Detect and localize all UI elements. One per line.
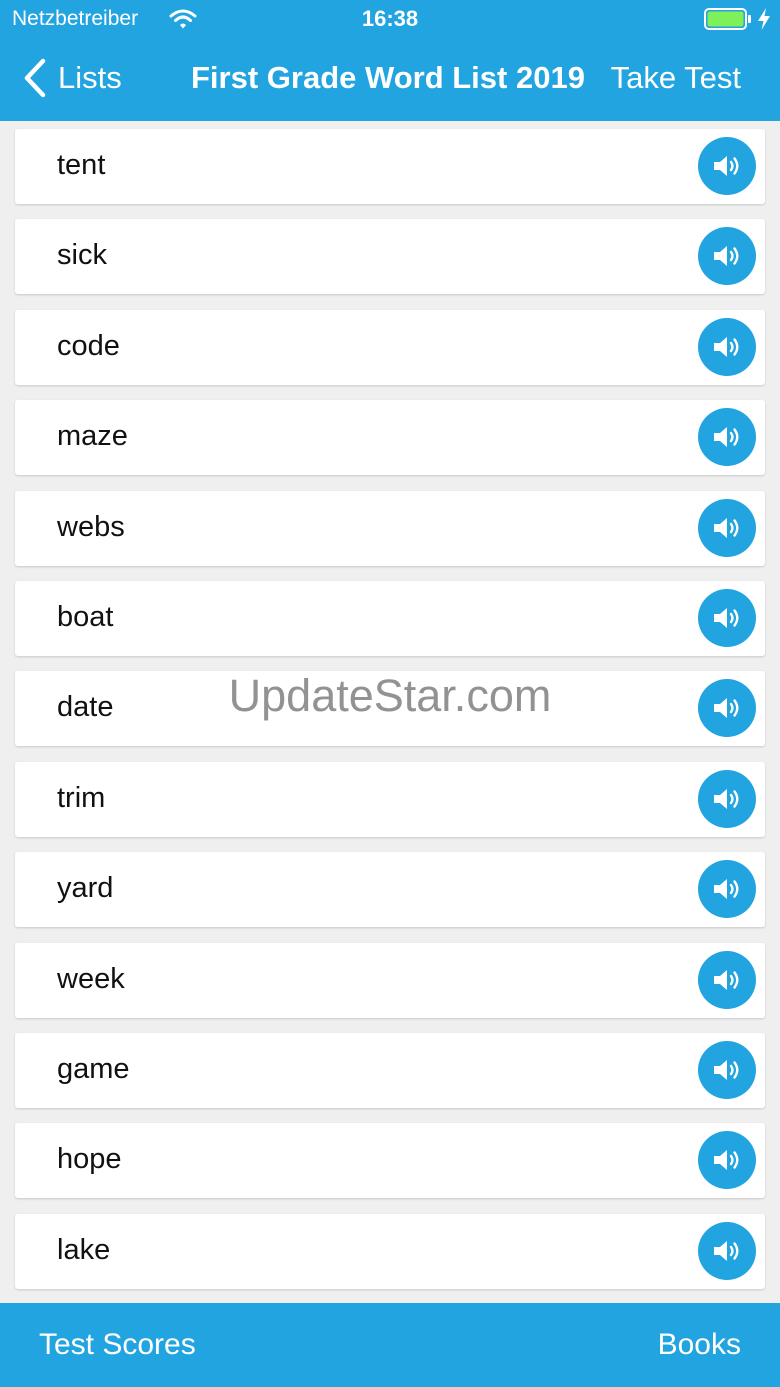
word-label: date	[57, 691, 114, 724]
speak-button[interactable]	[698, 950, 756, 1009]
tab-books[interactable]: Books	[658, 1328, 741, 1362]
speaker-icon	[714, 427, 739, 448]
word-row: hope	[15, 1123, 765, 1199]
word-row: maze	[15, 400, 765, 476]
status-bar: Netzbetreiber 16:38	[0, 0, 780, 40]
speak-button[interactable]	[698, 1221, 756, 1280]
word-label: hope	[57, 1143, 122, 1176]
back-button[interactable]: Lists	[22, 56, 122, 100]
speaker-icon	[714, 1150, 739, 1171]
word-row: sick	[15, 219, 765, 295]
word-row: boat	[15, 581, 765, 656]
speak-button[interactable]	[698, 137, 756, 195]
top-bar: Netzbetreiber 16:38 Lists First Grade Wo…	[0, 0, 780, 121]
word-row: webs	[15, 490, 765, 566]
speaker-icon	[714, 1060, 739, 1080]
page-title: First Grade Word List 2019	[191, 60, 585, 95]
speak-button[interactable]	[698, 1041, 756, 1099]
speaker-icon	[714, 969, 739, 990]
word-label: game	[57, 1053, 130, 1085]
word-row: date	[15, 671, 765, 747]
speaker-icon	[714, 788, 739, 809]
speaker-icon	[714, 336, 739, 357]
word-row: week	[15, 942, 765, 1018]
word-label: yard	[57, 872, 114, 905]
word-label: webs	[57, 510, 125, 543]
chevron-left-icon	[24, 58, 46, 98]
take-test-button[interactable]: Take Test	[611, 60, 741, 96]
word-row: tent	[15, 129, 765, 204]
word-list: tent sick code maze webs boat date trim …	[0, 121, 780, 1303]
speak-button[interactable]	[698, 498, 756, 557]
speak-button[interactable]	[698, 769, 756, 828]
speak-button[interactable]	[698, 317, 756, 376]
word-label: lake	[57, 1233, 111, 1266]
speak-button[interactable]	[698, 589, 756, 647]
word-label: maze	[57, 420, 128, 453]
bottom-tab-bar: Test Scores Books	[0, 1303, 780, 1387]
speak-button[interactable]	[698, 860, 756, 919]
tab-test-scores[interactable]: Test Scores	[39, 1328, 196, 1362]
speak-button[interactable]	[698, 227, 756, 286]
speak-button[interactable]	[698, 1131, 756, 1190]
status-time: 16:38	[361, 6, 419, 31]
word-label: boat	[57, 601, 114, 633]
word-row: game	[15, 1033, 765, 1108]
charging-icon	[758, 8, 770, 30]
speaker-icon	[714, 517, 739, 538]
word-row: code	[15, 309, 765, 385]
word-row: trim	[15, 761, 765, 837]
word-row: yard	[15, 852, 765, 928]
battery-icon	[704, 8, 751, 30]
word-row: lake	[15, 1213, 765, 1289]
speaker-icon	[714, 698, 739, 719]
speak-button[interactable]	[698, 679, 756, 738]
speaker-icon	[714, 879, 739, 900]
word-label: tent	[57, 149, 106, 181]
speaker-icon	[714, 246, 739, 267]
word-label: trim	[57, 781, 106, 814]
speaker-icon	[714, 608, 739, 628]
speaker-icon	[714, 1240, 739, 1261]
word-label: sick	[57, 239, 107, 272]
back-label: Lists	[58, 60, 122, 95]
speaker-icon	[714, 156, 739, 176]
word-label: week	[57, 962, 125, 995]
word-label: code	[57, 329, 120, 362]
nav-bar: Lists First Grade Word List 2019 Take Te…	[0, 40, 780, 121]
speak-button[interactable]	[698, 408, 756, 467]
